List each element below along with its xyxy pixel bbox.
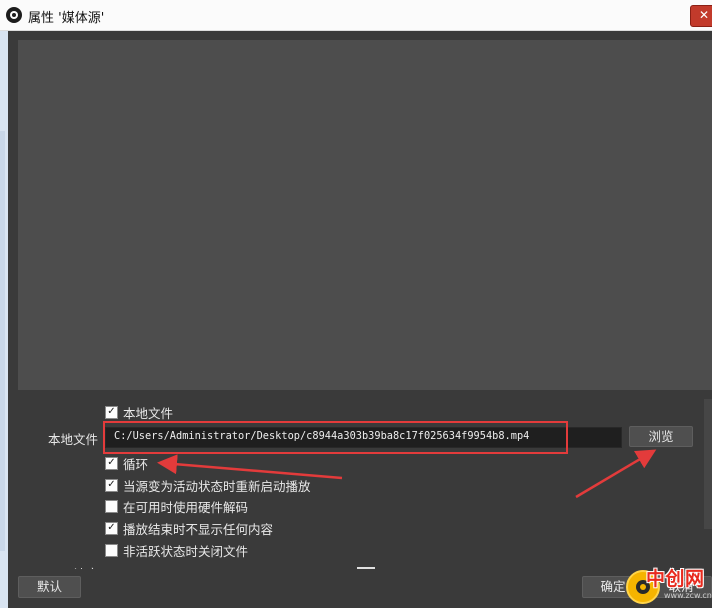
- watermark-url: www.zcw.cn: [664, 591, 712, 600]
- watermark-text: 中创网: [646, 568, 705, 590]
- arrow-to-browse: [575, 449, 657, 499]
- watermark: 中创网 www.zcw.cn: [626, 564, 712, 608]
- annotation-arrows: [157, 449, 657, 499]
- arrow-to-loop: [157, 454, 343, 480]
